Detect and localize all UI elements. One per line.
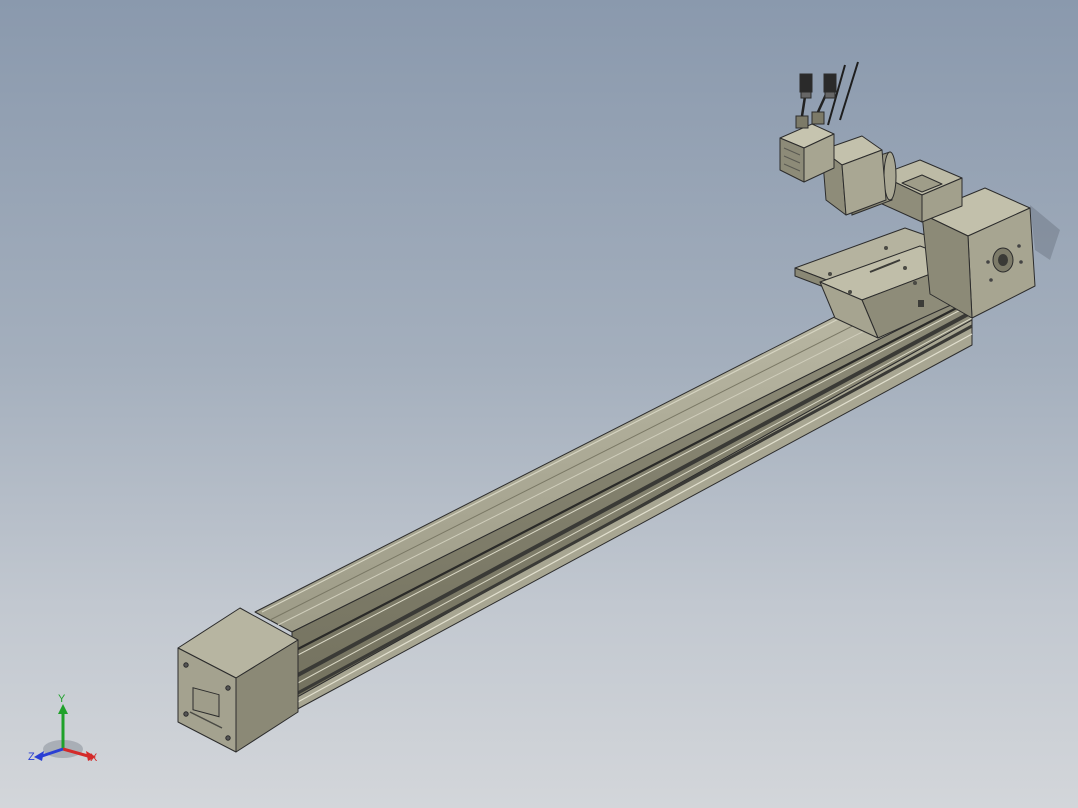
graphics-viewport[interactable]: Y Z X — [0, 0, 1078, 808]
orientation-triad[interactable]: Y Z X — [26, 692, 106, 772]
model-shadow — [1030, 205, 1060, 260]
end-cap-front — [177, 607, 299, 753]
linear-actuator-model[interactable] — [0, 0, 1078, 808]
z-axis-arrow — [34, 751, 44, 761]
y-axis-label: Y — [58, 693, 66, 705]
motor-connectors — [795, 61, 859, 129]
y-axis-arrow — [58, 704, 68, 714]
z-axis-label: Z — [28, 751, 35, 763]
x-axis-label: X — [90, 752, 98, 764]
